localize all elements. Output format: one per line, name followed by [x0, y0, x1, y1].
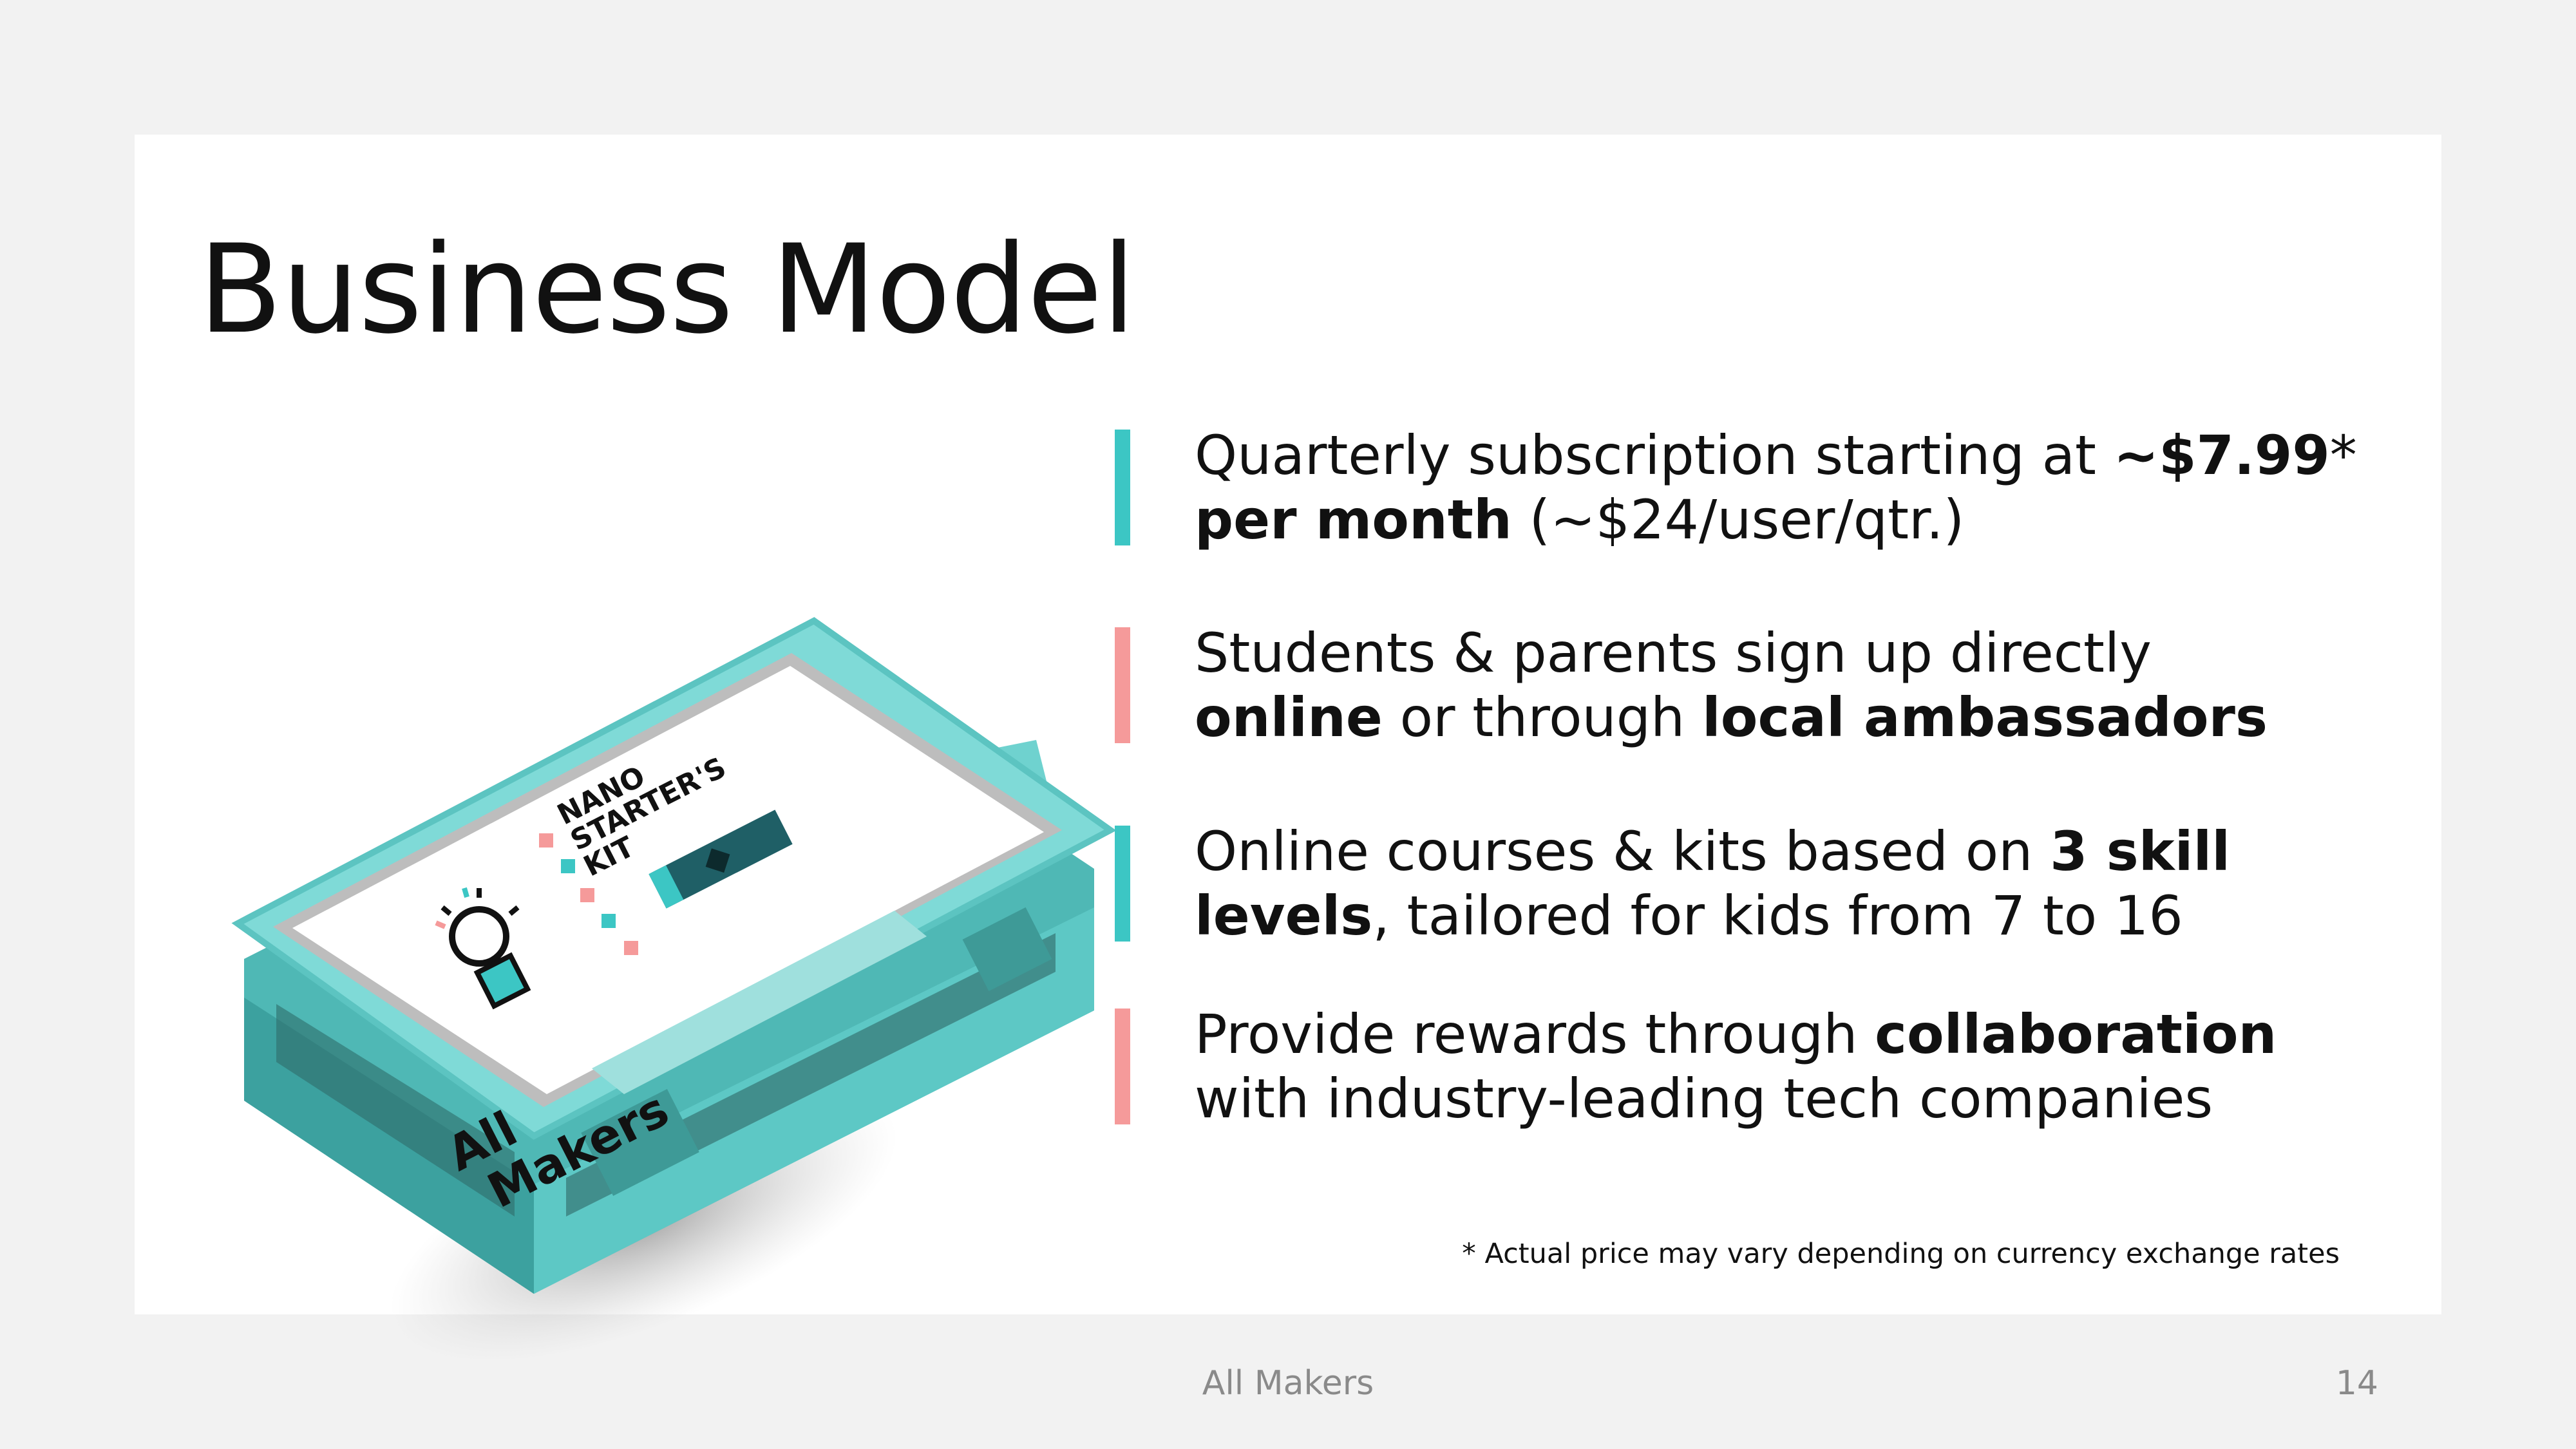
bullet-1-text: Quarterly subscription starting at ~$7.9… — [1195, 424, 2357, 551]
bullet-3-bar — [1115, 826, 1130, 942]
bullet-2-text: Students & parents sign up directly onli… — [1195, 621, 2268, 749]
footer-brand: All Makers — [1202, 1364, 1374, 1403]
slide: Business Model NANO STARTER'S KIT All Ma… — [135, 135, 2441, 1363]
bullet-1-bar — [1115, 430, 1130, 545]
bullet-4-bar — [1115, 1009, 1130, 1124]
bullet-3-text: Online courses & kits based on 3 skill l… — [1195, 820, 2231, 947]
bullet-2-bar — [1115, 627, 1130, 743]
price-footnote: * Actual price may vary depending on cur… — [1462, 1238, 2340, 1270]
starter-kit-image: NANO STARTER'S KIT All Makers — [231, 617, 1117, 1363]
slide-title: Business Model — [198, 218, 1136, 361]
bullet-4-text: Provide rewards through collaboration wi… — [1195, 1003, 2277, 1130]
page-number: 14 — [2335, 1364, 2378, 1403]
